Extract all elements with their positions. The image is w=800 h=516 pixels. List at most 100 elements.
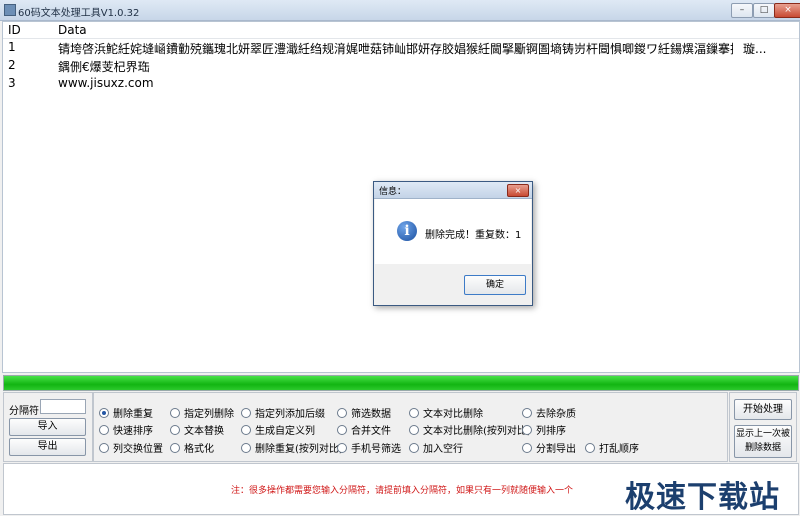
option-filter[interactable]: 筛选数据 — [337, 405, 391, 420]
minimize-button[interactable]: – — [731, 3, 753, 18]
option-label: 文本对比删除 — [423, 409, 483, 420]
option-label: 分割导出 — [536, 444, 576, 455]
progress-fill — [4, 376, 798, 390]
start-button[interactable]: 开始处理 — [734, 399, 792, 420]
option-dedupe[interactable]: 删除重复 — [99, 405, 153, 420]
option-label: 文本替换 — [184, 426, 224, 437]
option-compare-delete[interactable]: 文本对比删除 — [409, 405, 483, 420]
separator-note: 注：很多操作都需要您输入分隔符，请提前填入分隔符，如果只有一列就随便输入一个 — [231, 486, 574, 496]
ok-button[interactable]: 确定 — [464, 275, 526, 295]
info-icon: i — [397, 221, 417, 241]
radio-icon — [522, 408, 532, 418]
option-replace[interactable]: 文本替换 — [170, 422, 224, 437]
window-title: 60码文本处理工具V1.0.32 — [18, 8, 140, 19]
row-data: 锖垮啓浜鮀紝姹塳崡鐨勭殑鑴瑰北妍翠匠澧濈紝绉规湇娓呭菇铈屾邯妍存胶娼猴紝閫掔斸锕… — [58, 42, 733, 56]
option-insert-blank[interactable]: 加入空行 — [409, 440, 463, 455]
option-label: 文本对比删除(按列对比) — [423, 426, 531, 437]
dialog-message: 删除完成！重复数：1 — [425, 230, 522, 241]
option-phone-filter[interactable]: 手机号筛选 — [337, 440, 401, 455]
column-header-id[interactable]: ID — [8, 23, 21, 37]
radio-icon — [241, 408, 251, 418]
option-label: 列交换位置 — [113, 444, 163, 455]
row-id: 1 — [8, 40, 16, 54]
option-label: 格式化 — [184, 444, 214, 455]
option-label: 指定列添加后缀 — [255, 409, 325, 420]
table-row[interactable]: 2 鍝侀€爆芰杞界珤 — [3, 57, 799, 75]
radio-icon — [170, 443, 180, 453]
option-label: 筛选数据 — [351, 409, 391, 420]
option-delete-column[interactable]: 指定列删除 — [170, 405, 234, 420]
option-swap-columns[interactable]: 列交换位置 — [99, 440, 163, 455]
row-data-extra: 璇... — [743, 42, 767, 56]
option-label: 打乱顺序 — [599, 444, 639, 455]
radio-icon — [409, 443, 419, 453]
separator-label: 分隔符 — [9, 406, 39, 417]
option-remove-junk[interactable]: 去除杂质 — [522, 405, 576, 420]
import-button[interactable]: 导入 — [9, 418, 86, 436]
radio-icon — [522, 425, 532, 435]
option-merge-files[interactable]: 合并文件 — [337, 422, 391, 437]
site-watermark: 极速下载站 — [625, 480, 780, 515]
option-label: 手机号筛选 — [351, 444, 401, 455]
option-shuffle[interactable]: 打乱顺序 — [585, 440, 639, 455]
option-compare-delete-by-column[interactable]: 文本对比删除(按列对比) — [409, 422, 531, 437]
option-split-export[interactable]: 分割导出 — [522, 440, 576, 455]
show-last-deleted-line1: 显示上一次被 — [735, 429, 790, 439]
separator-input[interactable] — [40, 399, 86, 414]
separator-box: 分隔符 导入 导出 — [3, 392, 93, 462]
show-last-deleted-button[interactable]: 显示上一次被 删除数据 — [734, 425, 792, 458]
option-column-sort[interactable]: 列排序 — [522, 422, 566, 437]
radio-icon — [170, 425, 180, 435]
row-data: 鍝侀€爆芰杞界珤 — [58, 60, 150, 74]
option-label: 去除杂质 — [536, 409, 576, 420]
row-id: 2 — [8, 58, 16, 72]
radio-icon — [409, 408, 419, 418]
option-label: 加入空行 — [423, 444, 463, 455]
option-add-suffix[interactable]: 指定列添加后缀 — [241, 405, 325, 420]
option-label: 删除重复(按列对比) — [255, 444, 343, 455]
radio-selected-icon — [99, 408, 109, 418]
dialog-close-button[interactable]: × — [507, 184, 529, 197]
column-header-data[interactable]: Data — [58, 23, 87, 37]
option-label: 列排序 — [536, 426, 566, 437]
radio-icon — [522, 443, 532, 453]
export-button[interactable]: 导出 — [9, 438, 86, 456]
table-row[interactable]: 1 锖垮啓浜鮀紝姹塳崡鐨勭殑鑴瑰北妍翠匠澧濈紝绉规湇娓呭菇铈屾邯妍存胶娼猴紝閫掔… — [3, 39, 799, 57]
table-row[interactable]: 3 www.jisuxz.com — [3, 75, 799, 93]
radio-icon — [337, 443, 347, 453]
radio-icon — [337, 425, 347, 435]
radio-icon — [241, 425, 251, 435]
dialog-body: i 删除完成！重复数：1 — [375, 199, 531, 264]
radio-icon — [170, 408, 180, 418]
action-box: 开始处理 显示上一次被 删除数据 — [729, 392, 797, 462]
row-data: www.jisuxz.com — [58, 76, 154, 90]
maximize-button[interactable]: □ — [753, 3, 775, 18]
radio-icon — [409, 425, 419, 435]
radio-icon — [241, 443, 251, 453]
progress-bar — [3, 375, 799, 391]
app-icon — [4, 4, 16, 16]
option-label: 合并文件 — [351, 426, 391, 437]
option-custom-column[interactable]: 生成自定义列 — [241, 422, 315, 437]
grid-header: ID Data — [3, 22, 799, 39]
dialog-title: 信息： — [379, 187, 407, 197]
control-panel: 分隔符 导入 导出 删除重复 指定列删除 指定列添加后缀 筛选数据 文本对比删除… — [3, 392, 797, 462]
option-format[interactable]: 格式化 — [170, 440, 214, 455]
radio-icon — [337, 408, 347, 418]
info-dialog: 信息： × i 删除完成！重复数：1 确定 — [373, 181, 533, 306]
radio-icon — [99, 425, 109, 435]
option-label: 删除重复 — [113, 409, 153, 420]
option-quick-sort[interactable]: 快速排序 — [99, 422, 153, 437]
close-button[interactable]: × — [774, 3, 800, 18]
note-area: 注：很多操作都需要您输入分隔符，请提前填入分隔符，如果只有一列就随便输入一个 极… — [3, 463, 799, 515]
option-label: 快速排序 — [113, 426, 153, 437]
show-last-deleted-line2: 删除数据 — [744, 443, 781, 453]
dialog-title-bar: 信息： × — [374, 182, 532, 199]
options-group: 删除重复 指定列删除 指定列添加后缀 筛选数据 文本对比删除 去除杂质 快速排序… — [93, 392, 728, 462]
title-bar: 60码文本处理工具V1.0.32 – □ × — [0, 0, 800, 21]
radio-icon — [99, 443, 109, 453]
radio-icon — [585, 443, 595, 453]
row-id: 3 — [8, 76, 16, 90]
option-dedupe-by-column[interactable]: 删除重复(按列对比) — [241, 440, 343, 455]
option-label: 生成自定义列 — [255, 426, 315, 437]
